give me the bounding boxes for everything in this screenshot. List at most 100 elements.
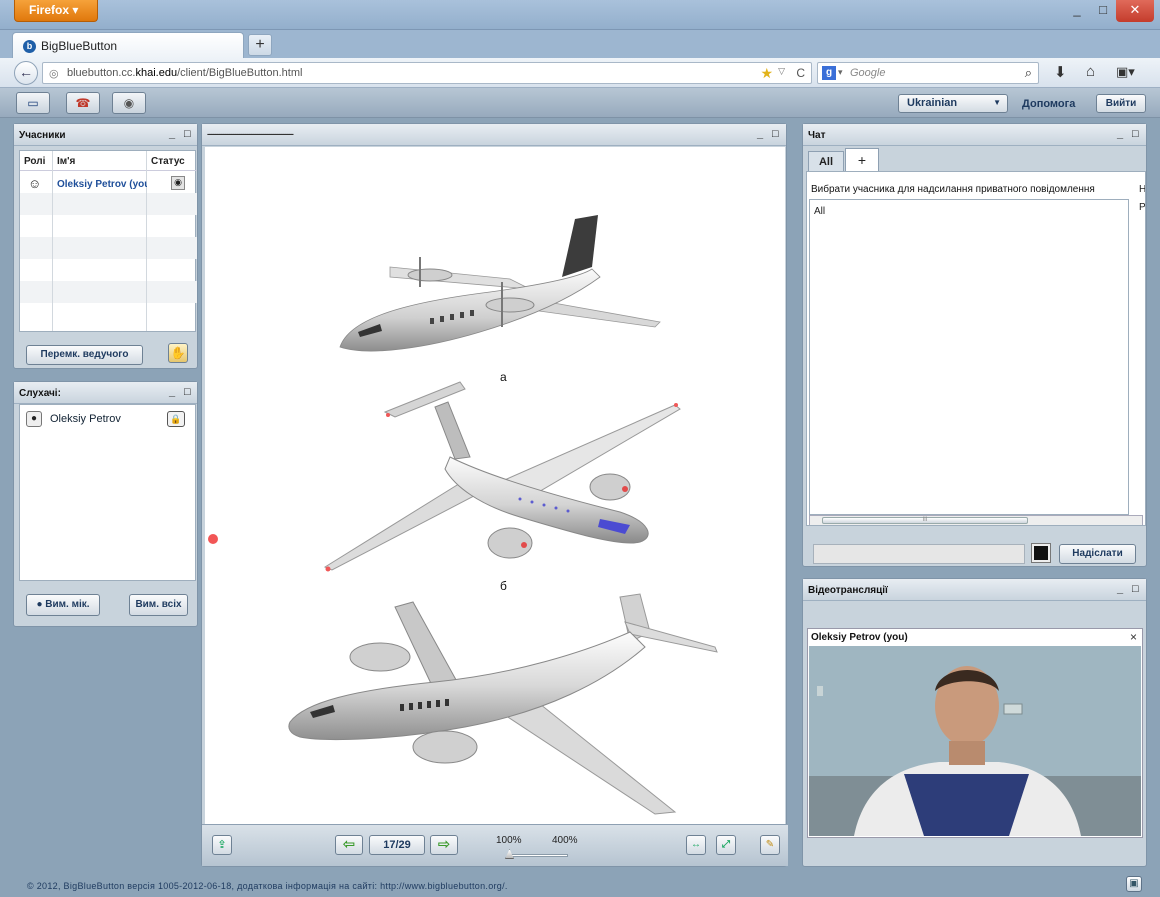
firefox-menu-button[interactable]: Firefox ▾	[14, 0, 98, 22]
listeners-panel: Слухачі: _ □ ● Oleksiy Petrov 🔒 ● Вим. м…	[13, 381, 198, 627]
presentation-slide[interactable]: а б	[205, 147, 785, 824]
slide-counter-button[interactable]: 17/29	[369, 835, 425, 855]
reload-icon[interactable]: C	[796, 66, 805, 80]
tab-add-chat[interactable]: +	[845, 148, 879, 172]
annotate-pencil-icon[interactable]: ✎	[760, 835, 780, 855]
video-panel-spacer	[803, 603, 1146, 621]
logout-button[interactable]: Вийти	[1096, 94, 1146, 113]
maximize-panel-icon[interactable]: □	[184, 128, 191, 140]
maximize-panel-icon[interactable]: □	[184, 386, 191, 398]
send-message-button[interactable]: Надіслати	[1059, 544, 1136, 564]
download-icon[interactable]: ⬇	[1054, 63, 1067, 81]
previous-slide-button[interactable]: ⇦	[335, 835, 363, 855]
minimize-button[interactable]: _	[1064, 0, 1090, 22]
presentation-panel: ----------------------------------------…	[201, 123, 788, 867]
footer-version-text: © 2012, BigBlueButton версія 1005-2012-0…	[27, 881, 508, 891]
bigbluebutton-favicon-icon: b	[23, 40, 36, 53]
webcam-window[interactable]: Oleksiy Petrov (you) ×	[807, 628, 1143, 838]
scrollbar-thumb[interactable]: III	[822, 517, 1028, 524]
zoom-min-label: 100%	[496, 835, 522, 846]
minimize-panel-icon[interactable]: _	[1117, 128, 1123, 140]
participants-panel: Учасники _ □ Ролі Ім'я Статус ☺ Oleksiy …	[13, 123, 198, 369]
url-bar[interactable]: ◎ bluebutton.cc.khai.edu/client/BigBlueB…	[42, 62, 812, 84]
bookmarks-menu-icon[interactable]: ▣▾	[1116, 64, 1135, 80]
home-icon[interactable]: ⌂	[1086, 63, 1095, 80]
search-engine-dropdown-icon[interactable]: ▾	[838, 67, 843, 78]
navigation-bar: ← ◎ bluebutton.cc.khai.edu/client/BigBlu…	[0, 58, 1160, 88]
mute-me-button[interactable]: ● Вим. мік.	[26, 594, 100, 616]
video-panel: Відеотрансляції _ □ Oleksiy Petrov (you)…	[802, 578, 1147, 867]
fullscreen-icon[interactable]: ▣	[1126, 876, 1142, 892]
switch-presenter-button[interactable]: Перемк. ведучого	[26, 345, 143, 365]
headset-button[interactable]: ☎	[66, 92, 100, 114]
url-text: bluebutton.cc.khai.edu/client/BigBlueBut…	[67, 67, 303, 79]
maximize-panel-icon[interactable]: □	[1132, 583, 1139, 595]
window-titlebar: Firefox ▾ _ □ ✕	[0, 0, 1160, 30]
chat-message-input[interactable]	[813, 544, 1025, 564]
column-name[interactable]: Ім'я	[53, 151, 146, 171]
help-link[interactable]: Допомога	[1022, 98, 1075, 110]
list-item[interactable]: All	[814, 206, 825, 217]
minimize-panel-icon[interactable]: _	[757, 128, 763, 140]
webcam-video	[809, 646, 1141, 836]
raise-hand-icon[interactable]: ✋	[168, 343, 188, 363]
new-tab-button[interactable]: +	[248, 34, 272, 56]
participant-name: Oleksiy Petrov (you)	[57, 179, 147, 190]
listener-name: Oleksiy Petrov	[50, 413, 121, 425]
fit-width-button[interactable]: ↔	[686, 835, 706, 855]
tab-strip: b BigBlueButton +	[0, 30, 1160, 58]
column-role[interactable]: Ролі	[20, 151, 52, 171]
webcam-status-icon[interactable]: ◉	[171, 176, 185, 190]
participants-table: Ролі Ім'я Статус ☺ Oleksiy Petrov (you) …	[19, 150, 197, 332]
panel-title: Чат	[803, 124, 1146, 146]
minimize-panel-icon[interactable]: _	[169, 386, 175, 398]
turboprop-aircraft-image	[339, 215, 661, 352]
search-bar[interactable]: g ▾ Google ⌕	[817, 62, 1039, 84]
chat-panel: Чат _ □ All + Вибрати учасника для надси…	[802, 123, 1147, 567]
zoom-max-label: 400%	[552, 835, 578, 846]
mute-all-button[interactable]: Вим. всіх	[129, 594, 188, 616]
webcam-button[interactable]: ◉	[112, 92, 146, 114]
private-chat-hint: Вибрати учасника для надсилання приватно…	[811, 184, 1095, 195]
figure-caption-b: б	[500, 579, 507, 593]
presentation-title: ----------------------------------------…	[207, 129, 294, 139]
close-window-button[interactable]: ✕	[1116, 0, 1154, 22]
fit-page-button[interactable]: ⤢	[716, 835, 736, 855]
maximize-panel-icon[interactable]: □	[1132, 128, 1139, 140]
zoom-slider[interactable]	[508, 854, 568, 857]
globe-icon: ◎	[49, 68, 59, 80]
bookmark-star-icon[interactable]: ★	[760, 65, 773, 82]
bigbluebutton-app: ▭ ☎ ◉ Ukrainian ▼ Допомога Вийти Учасники…	[0, 88, 1160, 897]
widebody-aircraft-image	[288, 593, 718, 815]
tab-bigbluebutton[interactable]: b BigBlueButton	[12, 32, 244, 58]
maximize-button[interactable]: □	[1090, 0, 1116, 22]
chat-participant-list[interactable]: All	[809, 199, 1129, 515]
minimize-panel-icon[interactable]: _	[169, 128, 175, 140]
language-select[interactable]: Ukrainian ▼	[898, 94, 1008, 113]
search-icon[interactable]: ⌕	[1025, 65, 1032, 81]
lock-icon[interactable]: 🔒	[167, 411, 185, 427]
chat-side-label: Р	[1139, 202, 1146, 213]
close-icon[interactable]: ×	[1130, 630, 1137, 644]
chevron-down-icon: ▼	[993, 98, 1001, 107]
horizontal-scrollbar[interactable]: III	[809, 515, 1143, 525]
tab-chat-all[interactable]: All	[808, 151, 844, 171]
chat-body: Вибрати учасника для надсилання приватно…	[806, 171, 1146, 526]
search-input[interactable]: Google	[850, 67, 885, 79]
google-icon[interactable]: g	[822, 66, 836, 80]
jet-aircraft-image	[323, 381, 681, 572]
microphone-icon[interactable]: ●	[26, 411, 42, 427]
next-slide-button[interactable]: ⇨	[430, 835, 458, 855]
maximize-panel-icon[interactable]: □	[772, 128, 779, 140]
minimize-panel-icon[interactable]: _	[1117, 583, 1123, 595]
back-button[interactable]: ←	[14, 61, 38, 85]
desktop-share-button[interactable]: ▭	[16, 92, 50, 114]
webcam-owner-name: Oleksiy Petrov (you)	[811, 632, 908, 643]
column-status[interactable]: Статус	[147, 151, 197, 171]
upload-presentation-button[interactable]: ⇪	[212, 835, 232, 855]
text-color-picker[interactable]	[1031, 543, 1051, 563]
panel-title: ----------------------------------------…	[202, 124, 786, 146]
listeners-list: ● Oleksiy Petrov 🔒	[19, 404, 196, 581]
tab-title: BigBlueButton	[41, 39, 118, 53]
url-dropdown-icon[interactable]: ▽	[778, 66, 785, 77]
